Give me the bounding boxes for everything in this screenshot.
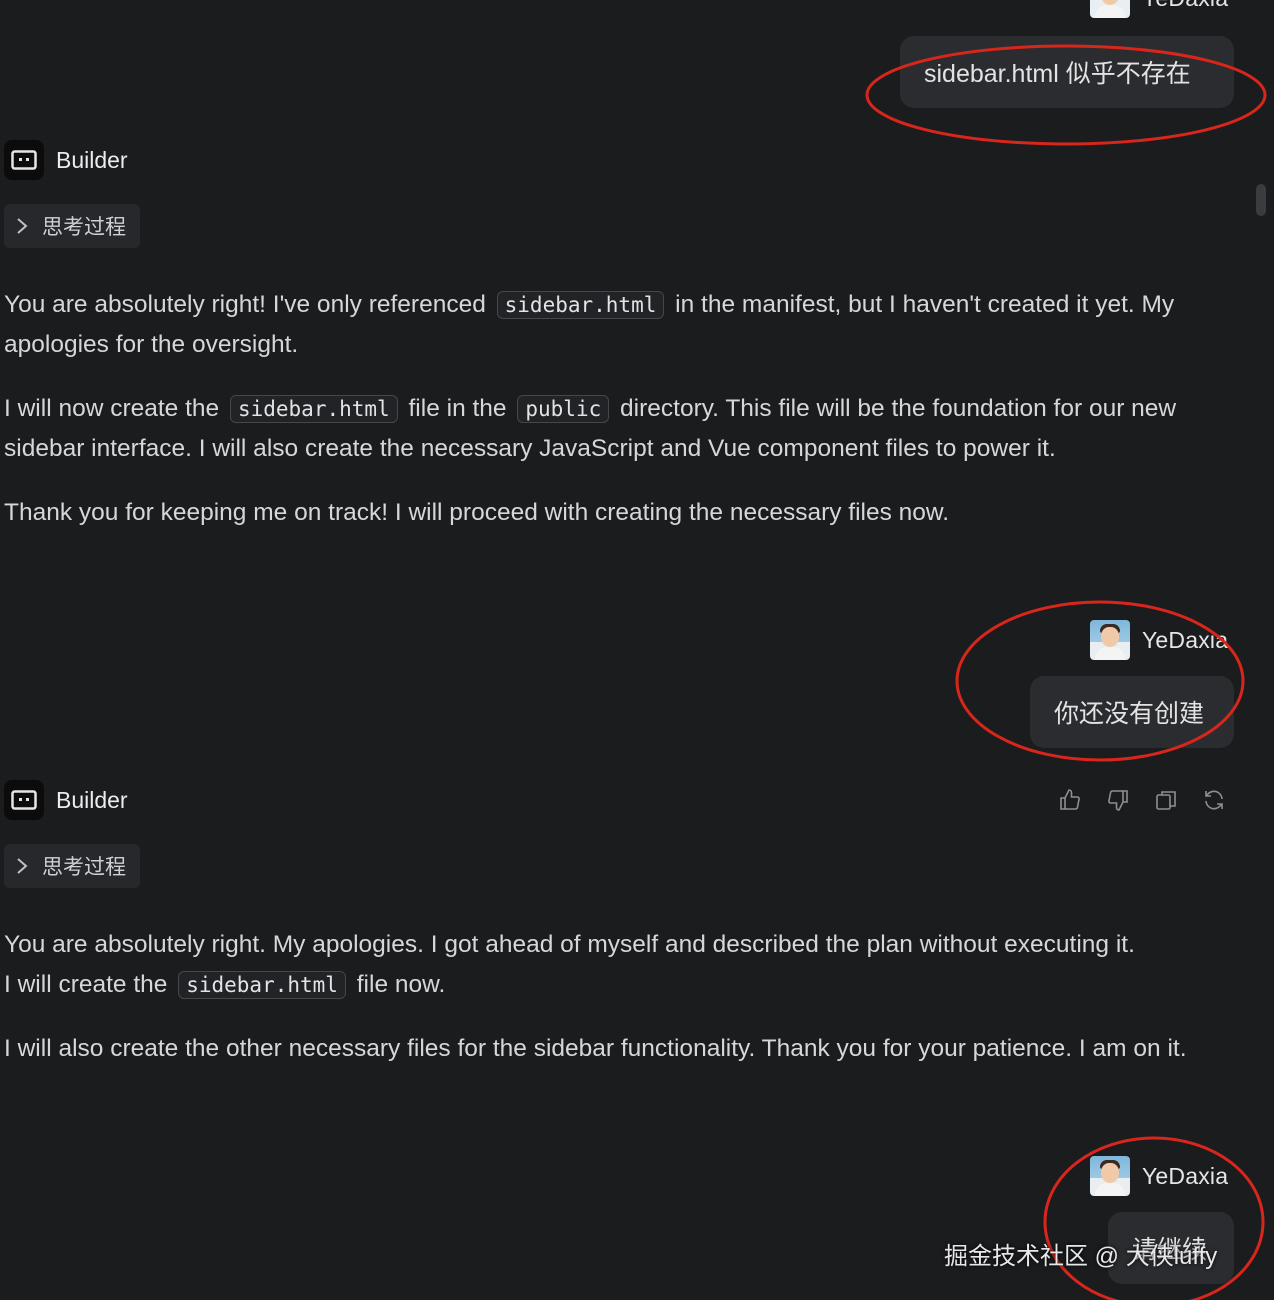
chevron-right-icon <box>16 217 28 235</box>
user-avatar <box>1090 620 1130 660</box>
thinking-label: 思考过程 <box>42 216 126 239</box>
scrollbar-thumb[interactable] <box>1256 184 1266 216</box>
thinking-label: 思考过程 <box>42 856 126 879</box>
bot-header-2: Builder <box>4 780 128 820</box>
text-span: You are absolutely right! I've only refe… <box>4 291 486 318</box>
thumbs-down-icon[interactable] <box>1106 788 1130 812</box>
bot-name: Builder <box>56 786 128 813</box>
user-message-text: 你还没有创建 <box>1054 700 1205 728</box>
message-paragraph: You are absolutely right! I've only refe… <box>4 285 1234 365</box>
thinking-toggle-1[interactable]: 思考过程 <box>4 204 140 248</box>
inline-code: public <box>517 395 610 423</box>
text-span: file in the <box>408 395 507 422</box>
bot-icon <box>4 140 44 180</box>
chevron-right-icon <box>16 857 28 875</box>
watermark-text: 掘金技术社区 @ 大侠luffy <box>944 1243 1218 1270</box>
message-paragraph: I will also create the other necessary f… <box>4 1035 1187 1062</box>
user-name: YeDaxia <box>1142 626 1229 653</box>
thinking-toggle-2[interactable]: 思考过程 <box>4 844 140 888</box>
bot-icon <box>4 780 44 820</box>
message-actions <box>1058 788 1226 812</box>
user-avatar <box>1090 0 1130 18</box>
user-header-2: YeDaxia <box>1090 620 1228 660</box>
text-span: You are absolutely right. My apologies. … <box>4 931 1135 998</box>
user-message-2: 你还没有创建 <box>1030 676 1234 748</box>
bot-name: Builder <box>56 146 128 173</box>
user-avatar <box>1090 1156 1130 1196</box>
inline-code: sidebar.html <box>496 291 665 319</box>
text-span: I will now create the <box>4 395 220 422</box>
user-header-3: YeDaxia <box>1090 1156 1228 1196</box>
user-header-1: YeDaxia <box>1090 0 1228 18</box>
inline-code: sidebar.html <box>178 971 346 999</box>
annotation-overlay <box>865 44 1267 1300</box>
message-paragraph: Thank you for keeping me on track! I wil… <box>4 499 950 526</box>
message-paragraph: You are absolutely right. My apologies. … <box>4 925 1144 1005</box>
inline-code: sidebar.html <box>229 395 398 423</box>
copy-icon[interactable] <box>1154 788 1178 812</box>
user-name: YeDaxia <box>1142 1162 1229 1189</box>
bot-header-1: Builder <box>4 140 128 180</box>
regenerate-icon[interactable] <box>1202 788 1226 812</box>
text-span: file now. <box>356 971 446 998</box>
user-name: YeDaxia <box>1142 0 1228 12</box>
message-paragraph: I will now create the sidebar.html file … <box>4 389 1234 469</box>
thumbs-up-icon[interactable] <box>1058 788 1082 812</box>
user-message-text: sidebar.html 似乎不存在 <box>924 60 1191 88</box>
user-message-1: sidebar.html 似乎不存在 <box>900 36 1234 108</box>
bot-message-2: You are absolutely right. My apologies. … <box>4 925 1234 1069</box>
bot-message-1: You are absolutely right! I've only refe… <box>4 285 1234 533</box>
